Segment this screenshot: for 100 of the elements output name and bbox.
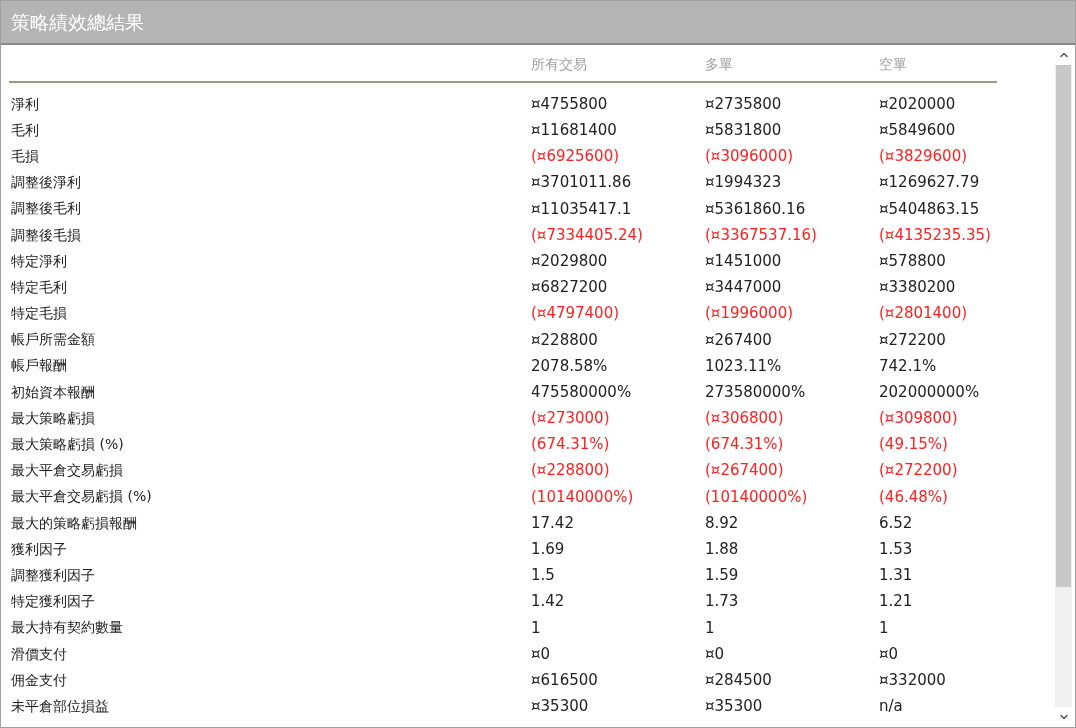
table-cell-text: 17.42 [530, 512, 575, 534]
table-cell-text: ¤4755800 [530, 93, 609, 115]
table-cell-text: 1.69 [530, 539, 566, 561]
table-cell-text: 1.59 [704, 565, 740, 587]
table-cell-text: 1.53 [878, 539, 914, 561]
scroll-thumb[interactable] [1056, 65, 1071, 587]
row-label: 最大策略虧損 (%) [10, 435, 125, 455]
column-header: 多單 [704, 55, 734, 74]
column-header: 空單 [878, 55, 908, 74]
table-cell-text: (46.48%) [878, 486, 949, 508]
table-cell-text: ¤35300 [704, 696, 764, 718]
table-cell-text: 273580000% [704, 381, 807, 403]
table-cell-text: (10140000%) [704, 486, 809, 508]
table-cell-text: 1 [878, 617, 890, 639]
scroll-down-button[interactable] [1055, 707, 1072, 727]
table-cell-text: (¤267400) [704, 460, 785, 482]
row-label: 帳戶報酬 [10, 356, 68, 376]
table-cell-text: (¤2801400) [878, 303, 969, 325]
table-cell-text: (¤309800) [878, 408, 959, 430]
table-cell-text: 6.52 [878, 512, 914, 534]
window-title: 策略績效總結果 [11, 9, 144, 35]
row-label: 特定毛利 [10, 277, 68, 297]
row-label: 最大平倉交易虧損 [10, 461, 124, 481]
table-cell-text: ¤5404863.15 [878, 198, 981, 220]
row-label: 特定獲利因子 [10, 592, 96, 612]
table-cell-text: ¤1994323 [704, 172, 783, 194]
table-cell-text: 1.5 [530, 565, 556, 587]
table-cell-text: ¤332000 [878, 669, 947, 691]
table-cell-text: 202000000% [878, 381, 981, 403]
table-cell-text: ¤2735800 [704, 93, 783, 115]
row-label: 帳戶所需金額 [10, 330, 96, 350]
row-label: 毛利 [10, 120, 40, 140]
table-cell-text: 1.73 [704, 591, 740, 613]
table-cell-text: ¤11035417.1 [530, 198, 633, 220]
scrollbar[interactable] [1055, 45, 1072, 727]
table-cell-text: (¤228800) [530, 460, 611, 482]
table-cell-text: 1.31 [878, 565, 914, 587]
table-cell-text: ¤5831800 [704, 120, 783, 142]
table-cell-text: (674.31%) [704, 434, 785, 456]
table-cell-text: ¤2020000 [878, 93, 957, 115]
table-cell-text: 1.88 [704, 539, 740, 561]
row-label: 初始資本報酬 [10, 382, 96, 402]
table-cell-text: ¤0 [878, 643, 900, 665]
table-cell-text: ¤3701011.86 [530, 172, 633, 194]
table-cell-text: ¤5849600 [878, 120, 957, 142]
table-cell-text: ¤0 [530, 643, 552, 665]
table-cell-text: 1023.11% [704, 355, 783, 377]
table-cell-text: 1.42 [530, 591, 566, 613]
table-cell-text: (¤272200) [878, 460, 959, 482]
table-cell-text: 475580000% [530, 381, 633, 403]
table-cell-text: (¤3096000) [704, 146, 795, 168]
table-cell-text: ¤3447000 [704, 277, 783, 299]
table-cell-text: 742.1% [878, 355, 938, 377]
column-header: 所有交易 [530, 55, 588, 74]
row-label: 佣金支付 [10, 670, 68, 690]
table-cell-text: (¤3829600) [878, 146, 969, 168]
table-cell-text: ¤0 [704, 643, 726, 665]
row-label: 特定毛損 [10, 304, 68, 324]
table-cell-text: ¤6827200 [530, 277, 609, 299]
row-label: 淨利 [10, 94, 40, 114]
row-label: 調整後毛損 [10, 225, 82, 245]
table-cell-text: ¤2029800 [530, 250, 609, 272]
row-label: 滑價支付 [10, 644, 68, 664]
row-label: 最大持有契約數量 [10, 618, 124, 638]
row-label: 調整後淨利 [10, 173, 82, 193]
table-cell-text: (¤1996000) [704, 303, 795, 325]
table-cell-text: (¤273000) [530, 408, 611, 430]
row-label: 最大的策略虧損報酬 [10, 513, 138, 533]
table-cell-text: n/a [878, 696, 904, 718]
row-label: 最大策略虧損 [10, 408, 96, 428]
table-cell-text: (49.15%) [878, 434, 949, 456]
row-label: 特定淨利 [10, 251, 68, 271]
table-cell-text: (¤4797400) [530, 303, 621, 325]
row-label: 調整獲利因子 [10, 565, 96, 585]
table-cell-text: ¤578800 [878, 250, 947, 272]
scroll-up-button[interactable] [1055, 45, 1072, 65]
table-cell-text: ¤228800 [530, 329, 599, 351]
table-cell-text: 1 [704, 617, 716, 639]
row-label: 獲利因子 [10, 539, 68, 559]
table-cell-text: 1.21 [878, 591, 914, 613]
table-cell-text: ¤272200 [878, 329, 947, 351]
table-cell-text: ¤35300 [530, 696, 590, 718]
table-cell-text: ¤284500 [704, 669, 773, 691]
table-cell-text: (¤4135235.35) [878, 224, 992, 246]
table-cell-text: ¤267400 [704, 329, 773, 351]
table-cell-text: ¤11681400 [530, 120, 618, 142]
table-cell-text: (¤3367537.16) [704, 224, 818, 246]
table-cell-text: (¤6925600) [530, 146, 621, 168]
row-label: 調整後毛利 [10, 199, 82, 219]
table-cell-text: (¤306800) [704, 408, 785, 430]
table-cell-text: (10140000%) [530, 486, 635, 508]
row-label: 毛損 [10, 146, 40, 166]
table-cell-text: (¤7334405.24) [530, 224, 644, 246]
table-cell-text: (674.31%) [530, 434, 611, 456]
table-cell-text: ¤1451000 [704, 250, 783, 272]
row-label: 未平倉部位損益 [10, 696, 110, 716]
table-cell-text: 2078.58% [530, 355, 609, 377]
table-cell-text: ¤5361860.16 [704, 198, 807, 220]
table-cell-text: ¤616500 [530, 669, 599, 691]
table-cell-text: 8.92 [704, 512, 740, 534]
